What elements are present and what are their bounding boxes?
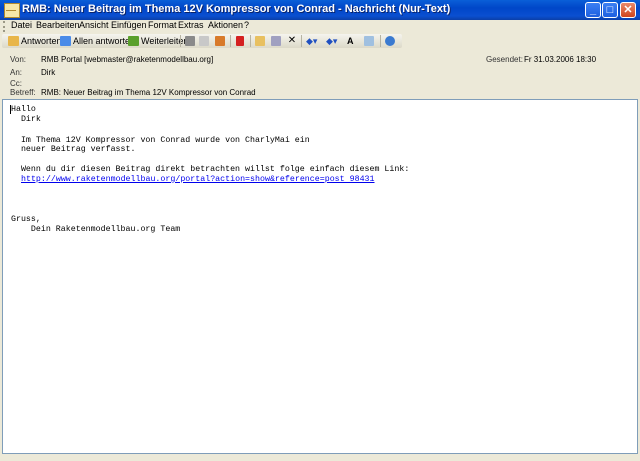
next-icon[interactable]: ◆▾ [326, 36, 337, 46]
body-text-line: Im Thema 12V Kompressor von Conrad wurde… [11, 136, 310, 145]
menu-grip[interactable] [3, 21, 7, 32]
close-button[interactable]: ✕ [620, 2, 636, 18]
sent-value: Fr 31.03.2006 18:30 [524, 55, 597, 64]
separator [230, 35, 231, 47]
standard-toolbar: Antworten Allen antworten Weiterleiten ✕… [2, 34, 402, 48]
closing-line: Gruss, [11, 215, 41, 224]
rules-icon[interactable] [215, 36, 225, 46]
reply-all-icon [60, 36, 71, 46]
separator [301, 35, 302, 47]
message-icon [4, 3, 20, 18]
status-bar [0, 454, 640, 461]
subject-label: Betreff: [10, 88, 36, 97]
maximize-button[interactable]: □ [602, 2, 618, 18]
menu-aktionen[interactable]: Aktionen [208, 20, 243, 30]
to-value[interactable]: Dirk [41, 68, 55, 77]
menu-extras[interactable]: Extras [178, 20, 204, 30]
minimize-button[interactable]: _ [585, 2, 601, 18]
folder-icon[interactable] [255, 36, 265, 46]
message-header: Von: RMB Portal [webmaster@raketenmodell… [2, 50, 636, 100]
menu-ansicht[interactable]: Ansicht [79, 20, 109, 30]
reply-all-label: Allen antworten [73, 36, 136, 46]
font-size-icon[interactable]: A [347, 36, 357, 46]
menu-bar: Datei Bearbeiten Ansicht Einfügen Format… [0, 20, 640, 33]
separator [250, 35, 251, 47]
to-label: An: [10, 68, 23, 77]
greeting-line: Hallo [11, 105, 36, 114]
copy-icon[interactable] [199, 36, 209, 46]
menu-datei[interactable]: Datei [11, 20, 32, 30]
address-book-icon[interactable] [364, 36, 374, 46]
toolbar: Antworten Allen antworten Weiterleiten ✕… [0, 34, 640, 48]
recipient-line: Dirk [11, 115, 41, 124]
previous-icon[interactable]: ◆▾ [306, 36, 317, 46]
body-text-line: neuer Beitrag verfasst. [11, 145, 136, 154]
menu-format[interactable]: Format [148, 20, 177, 30]
reply-label: Antworten [21, 36, 62, 46]
forward-icon [128, 36, 139, 46]
flag-icon[interactable] [236, 36, 244, 46]
signature-line: Dein Raketenmodellbau.org Team [11, 225, 181, 234]
body-text-line: Wenn du dir diesen Beitrag direkt betrac… [11, 165, 410, 174]
menu-help[interactable]: ? [244, 20, 249, 30]
print-icon[interactable] [185, 36, 195, 46]
from-label: Von: [10, 55, 27, 64]
subject-value: RMB: Neuer Beitrag im Thema 12V Kompress… [41, 88, 256, 97]
reply-icon [8, 36, 19, 46]
separator [380, 35, 381, 47]
window-title: RMB: Neuer Beitrag im Thema 12V Kompress… [22, 3, 451, 15]
delete-icon[interactable]: ✕ [287, 36, 297, 46]
from-value[interactable]: RMB Portal [webmaster@raketenmodellbau.o… [41, 55, 213, 64]
message-body[interactable]: Hallo Dirk Im Thema 12V Kompressor von C… [2, 99, 638, 454]
sent-label: Gesendet: [486, 55, 523, 64]
reply-button[interactable]: Antworten [8, 35, 62, 47]
separator [180, 35, 181, 47]
menu-bearbeiten[interactable]: Bearbeiten [36, 20, 80, 30]
help-icon[interactable] [385, 36, 395, 46]
reply-all-button[interactable]: Allen antworten [60, 35, 135, 47]
title-bar: RMB: Neuer Beitrag im Thema 12V Kompress… [0, 0, 640, 20]
cc-label: Cc: [10, 79, 22, 88]
post-link[interactable]: http://www.raketenmodellbau.org/portal?a… [21, 175, 375, 184]
move-icon[interactable] [271, 36, 281, 46]
menu-einfuegen[interactable]: Einfügen [111, 20, 147, 30]
forward-label: Weiterleiten [141, 36, 189, 46]
